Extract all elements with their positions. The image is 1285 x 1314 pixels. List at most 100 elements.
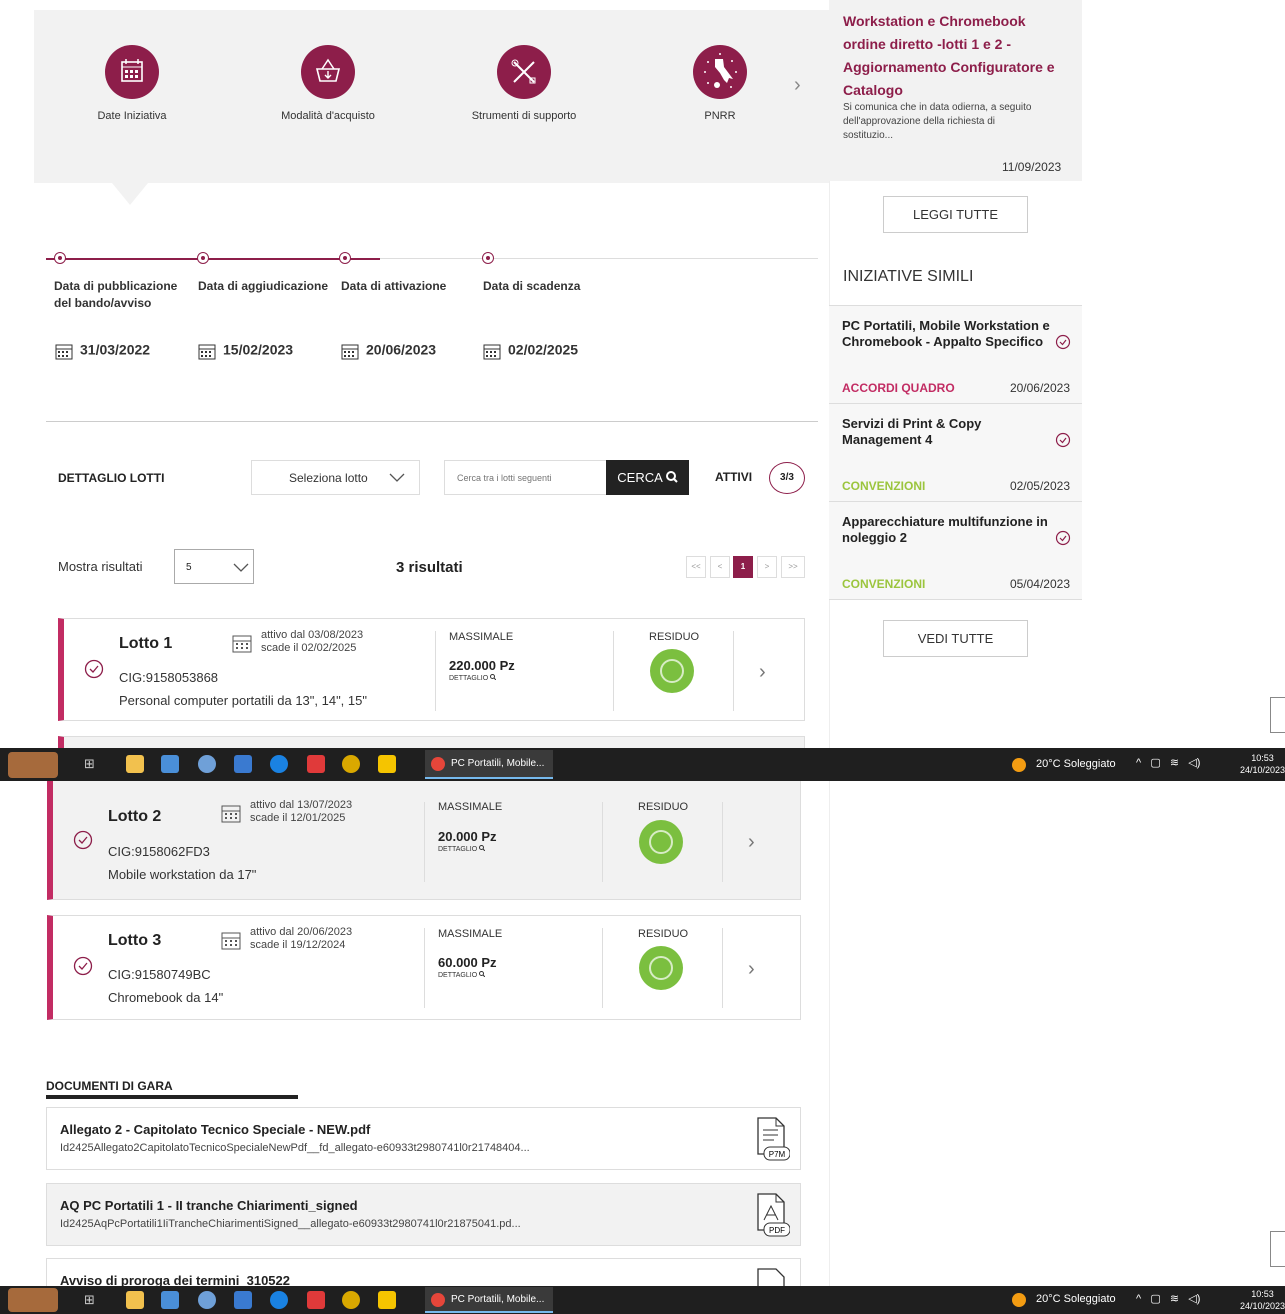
document-item[interactable]: Allegato 2 - Capitolato Tecnico Speciale… (46, 1107, 801, 1170)
similar-item[interactable]: PC Portatili, Mobile Workstation e Chrom… (829, 305, 1082, 404)
chevron-right-icon[interactable]: › (794, 74, 801, 97)
anydesk-icon[interactable] (307, 755, 325, 773)
lot-select[interactable]: Seleziona lotto (251, 460, 420, 495)
p7m-file-icon[interactable]: P7M (752, 1116, 790, 1162)
check-circle-icon (73, 830, 93, 850)
weather-text[interactable]: 20°C Soleggiato (1036, 758, 1116, 770)
scroll-to-top-button[interactable] (1270, 697, 1285, 733)
horse-icon[interactable] (8, 1288, 58, 1312)
news-title[interactable]: Workstation e Chromebook ordine diretto … (843, 10, 1068, 102)
italy-map-icon[interactable] (693, 45, 747, 99)
check-circle-icon (1055, 334, 1071, 350)
document-title[interactable]: Avviso di proroga dei termini_310522 (60, 1273, 290, 1286)
task-view-icon[interactable]: ⊞ (84, 756, 95, 772)
task-view-icon[interactable]: ⊞ (84, 1292, 95, 1308)
lot-search-input[interactable] (444, 460, 607, 495)
timeline-dot (197, 252, 209, 264)
calendar-icon (341, 344, 359, 360)
page-last-button[interactable]: >> (781, 556, 805, 578)
app-icon[interactable] (234, 755, 252, 773)
chevron-right-icon[interactable]: › (759, 661, 766, 684)
browser-taskbar-button[interactable]: PC Portatili, Mobile... (425, 1287, 553, 1313)
calendar-icon[interactable] (105, 45, 159, 99)
file-icon[interactable] (752, 1267, 790, 1286)
app-icon[interactable] (342, 1291, 360, 1309)
page-first-button[interactable]: << (686, 556, 706, 578)
lot-card[interactable]: Lotto 3 attivo dal 20/06/2023 scade il 19… (47, 915, 801, 1020)
browser-taskbar-button[interactable]: PC Portatili, Mobile... (425, 750, 553, 779)
basket-icon[interactable] (301, 45, 355, 99)
similar-item[interactable]: Servizi di Print & Copy Management 4 CON… (829, 403, 1082, 502)
app-icon[interactable] (198, 1291, 216, 1309)
timeline-dot (339, 252, 351, 264)
news-text: Si comunica che in data odierna, a segui… (843, 102, 1032, 141)
document-item[interactable]: AQ PC Portatili 1 - II tranche Chiarimen… (46, 1183, 801, 1246)
weather-icon[interactable] (1012, 758, 1026, 772)
chevron-right-icon[interactable]: › (748, 831, 755, 854)
tray-icons[interactable]: ^ ▢ ≋ ◁) (1136, 756, 1200, 769)
file-explorer-icon[interactable] (126, 1291, 144, 1309)
teamviewer-icon[interactable] (270, 1291, 288, 1309)
clock[interactable]: 10:53 24/10/2023 (1240, 752, 1285, 776)
active-count-badge: 3/3 (769, 462, 805, 494)
app-icon[interactable] (161, 755, 179, 773)
lot-card[interactable]: Lotto 2 attivo dal 13/07/2023 scade il 12… (47, 781, 801, 900)
read-all-button[interactable]: LEGGI TUTTE (883, 196, 1028, 233)
divider (46, 421, 818, 422)
page-size-select[interactable]: 5 (174, 549, 254, 584)
similar-item[interactable]: Apparecchiature multifunzione in noleggi… (829, 501, 1082, 600)
lot-description: Personal computer portatili da 13", 14",… (119, 693, 367, 708)
dettaglio-link[interactable]: DETTAGLIO (438, 971, 486, 979)
tools-icon[interactable] (497, 45, 551, 99)
timeline-dot (54, 252, 66, 264)
document-title[interactable]: AQ PC Portatili 1 - II tranche Chiarimen… (60, 1198, 358, 1213)
horse-icon[interactable] (8, 752, 58, 778)
residuo-label: RESIDUO (638, 801, 689, 813)
chevron-right-icon[interactable]: › (748, 958, 755, 981)
lot-card[interactable]: Lotto 1 attivo dal 03/08/2023 scade il 02… (58, 618, 805, 721)
residuo-gauge[interactable] (650, 649, 694, 693)
massimale-label: MASSIMALE (438, 801, 503, 813)
lot-dates: attivo dal 03/08/2023 scade il 02/02/2025 (261, 629, 364, 654)
tray-icons[interactable]: ^ ▢ ≋ ◁) (1136, 1292, 1200, 1305)
document-title[interactable]: Allegato 2 - Capitolato Tecnico Speciale… (60, 1122, 370, 1137)
page-prev-button[interactable]: < (710, 556, 730, 578)
weather-text[interactable]: 20°C Soleggiato (1036, 1293, 1116, 1305)
news-date: 11/09/2023 (1002, 160, 1062, 174)
nav-label-purchase[interactable]: Modalità d'acquisto (243, 110, 413, 122)
file-explorer-icon[interactable] (126, 755, 144, 773)
residuo-gauge[interactable] (639, 820, 683, 864)
sticky-notes-icon[interactable] (378, 1291, 396, 1309)
lot-name: Lotto 2 (108, 808, 162, 825)
timeline-progress (46, 258, 340, 260)
app-icon[interactable] (161, 1291, 179, 1309)
nav-label-pnrr[interactable]: PNRR (635, 110, 805, 122)
see-all-button[interactable]: VEDI TUTTE (883, 620, 1028, 657)
residuo-gauge[interactable] (639, 946, 683, 990)
page-current-button[interactable]: 1 (733, 556, 753, 578)
weather-icon[interactable] (1012, 1293, 1026, 1307)
dettaglio-link[interactable]: DETTAGLIO (438, 845, 486, 853)
taskbar: ⊞ PC Portatili, Mobile... 20°C Soleggiat… (0, 1286, 1285, 1314)
pdf-file-icon[interactable]: PDF (752, 1192, 790, 1238)
page-next-button[interactable]: > (757, 556, 777, 578)
app-icon[interactable] (198, 755, 216, 773)
app-icon[interactable] (342, 755, 360, 773)
teamviewer-icon[interactable] (270, 755, 288, 773)
search-icon (665, 471, 678, 483)
scroll-to-top-button[interactable] (1270, 1231, 1285, 1267)
dettaglio-link[interactable]: DETTAGLIO (449, 674, 497, 682)
document-item[interactable]: Avviso di proroga dei termini_310522 (46, 1258, 801, 1286)
search-button[interactable]: CERCA (606, 460, 689, 495)
lot-dates: attivo dal 13/07/2023 scade il 12/01/2025 (250, 799, 353, 824)
app-icon[interactable] (234, 1291, 252, 1309)
nav-label-tools[interactable]: Strumenti di supporto (439, 110, 609, 122)
massimale-value: 220.000 Pz (449, 658, 515, 673)
similar-title: INIZIATIVE SIMILI (843, 268, 974, 285)
nav-label-date[interactable]: Date Iniziativa (47, 110, 217, 122)
sticky-notes-icon[interactable] (378, 755, 396, 773)
check-circle-icon (73, 956, 93, 976)
anydesk-icon[interactable] (307, 1291, 325, 1309)
calendar-icon (232, 635, 252, 653)
clock[interactable]: 10:53 24/10/2023 (1240, 1288, 1285, 1312)
